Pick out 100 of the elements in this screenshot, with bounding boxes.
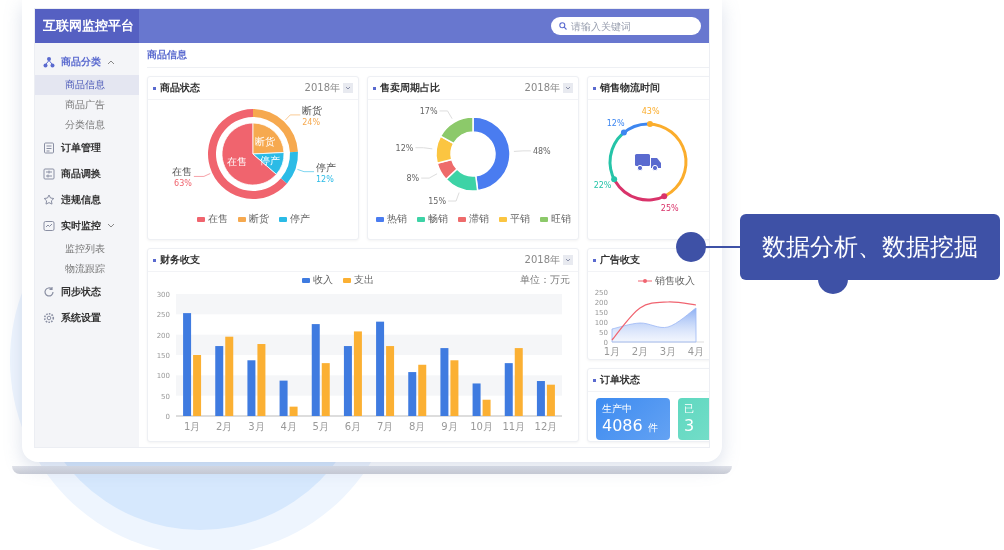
percent-label: 12%	[395, 143, 414, 153]
list-icon	[43, 168, 55, 180]
percent-label: 43%	[641, 107, 660, 117]
sync-icon	[43, 286, 55, 298]
marker-dot	[611, 176, 618, 183]
legend-label: 销售收入	[655, 274, 695, 288]
percent-label: 22%	[593, 181, 612, 191]
percent-label: 24%	[302, 117, 321, 127]
unit-label: 单位：万元	[520, 273, 570, 287]
search-field[interactable]: 请输入关键词	[571, 20, 691, 32]
axis-tick-label: 2月	[631, 346, 649, 357]
card-title: 广告收支	[600, 253, 641, 267]
callout-label: 停产	[316, 161, 337, 173]
legend-label: 平销	[509, 212, 530, 226]
card-title: 财务收支	[160, 253, 201, 267]
legend-label: 滞销	[468, 212, 489, 226]
bullet-icon	[153, 258, 156, 262]
slice-label: 停产	[260, 154, 280, 166]
leader-line	[193, 173, 211, 177]
percent-label: 12%	[606, 118, 625, 128]
truck-icon	[635, 154, 661, 172]
axis-tick-label: 1月	[183, 421, 201, 432]
axis-tick-label: 4月	[687, 346, 705, 357]
sidebar-subitem[interactable]: 商品广告	[35, 95, 139, 115]
sidebar-subitem[interactable]: 分类信息	[35, 115, 139, 135]
leader-line	[296, 168, 315, 173]
legend-label: 在售	[207, 212, 228, 226]
axis-tick-label: 7月	[376, 421, 394, 432]
axis-tick-label: 6月	[344, 421, 362, 432]
bullet-icon	[593, 86, 596, 90]
hierarchy-icon	[43, 56, 55, 68]
axis-tick-label: 10月	[470, 421, 493, 432]
axis-tick-label: 12月	[534, 421, 558, 432]
marker-dot	[620, 129, 627, 136]
legend-label: 支出	[354, 273, 374, 287]
search-icon	[559, 22, 567, 30]
card-title: 商品状态	[160, 81, 201, 95]
percent-label: 17%	[419, 106, 438, 116]
bullet-icon	[593, 258, 596, 262]
year-select[interactable]: 2018年	[524, 81, 573, 95]
legend-label: 热销	[386, 212, 407, 226]
chevron-icon	[107, 223, 115, 229]
legend-label: 畅销	[427, 212, 448, 226]
app-title: 互联网监控平台	[35, 9, 139, 43]
bullet-icon	[153, 86, 156, 90]
card-title: 订单状态	[600, 373, 641, 387]
axis-tick-label: 5月	[312, 421, 329, 432]
star-icon	[43, 194, 55, 206]
search-box[interactable]: 请输入关键词	[551, 17, 701, 35]
card-title: 售卖周期占比	[380, 81, 441, 95]
sidebar-subitem[interactable]: 物流跟踪	[35, 259, 139, 279]
axis-tick-label: 3月	[248, 421, 265, 432]
callout-label: 断货	[302, 104, 323, 116]
callout-label: 数据分析、数据挖掘	[740, 214, 1000, 280]
stat-tile: 生产中 4086 件	[596, 398, 670, 440]
legend-label: 收入	[313, 273, 333, 287]
marker-dot	[647, 121, 653, 128]
axis-tick-label: 2月	[216, 421, 233, 432]
settings-icon	[43, 312, 55, 324]
percent-label: 15%	[428, 197, 447, 207]
sidebar-subitem[interactable]: 商品信息	[35, 75, 139, 95]
sidebar-subitem[interactable]: 监控列表	[35, 239, 139, 259]
axis-tick-label: 11月	[502, 421, 526, 432]
axis-tick-label: 3月	[659, 346, 677, 357]
axis-tick-label: 8月	[409, 421, 426, 432]
sidebar-item[interactable]: 订单管理	[35, 135, 139, 161]
card-title: 销售物流时间	[600, 81, 661, 95]
axis-tick-label: 9月	[441, 421, 458, 432]
sidebar-item[interactable]: 实时监控	[35, 213, 139, 239]
percent-label: 25%	[660, 204, 679, 214]
bullet-icon	[593, 378, 596, 382]
stat-tile: 已 3	[678, 398, 709, 440]
document-icon	[43, 142, 55, 154]
leader-line	[420, 173, 438, 179]
legend-label: 断货	[248, 212, 269, 226]
percent-label: 48%	[532, 146, 551, 156]
percent-label: 12%	[316, 174, 334, 184]
sidebar-item[interactable]: 违规信息	[35, 187, 139, 213]
chevron-icon	[107, 59, 115, 65]
year-select[interactable]: 2018年	[524, 253, 573, 267]
legend-label: 旺销	[550, 212, 571, 226]
legend-label: 停产	[289, 212, 310, 226]
sidebar-item[interactable]: 同步状态	[35, 279, 139, 305]
axis-tick-label: 1月	[603, 346, 621, 357]
sidebar-item[interactable]: 系统设置	[35, 305, 139, 331]
percent-label: 63%	[174, 179, 192, 189]
callout-label: 在售	[171, 166, 192, 178]
sidebar-item[interactable]: 商品分类	[35, 49, 139, 75]
sidebar-item[interactable]: 商品调换	[35, 161, 139, 187]
bullet-icon	[373, 86, 376, 90]
leader-line	[439, 110, 453, 120]
monitor-icon	[43, 220, 55, 232]
leader-line	[284, 114, 301, 121]
year-select[interactable]: 2018年	[304, 81, 353, 95]
axis-tick-label: 4月	[280, 421, 297, 432]
marker-dot	[661, 193, 668, 200]
leader-line	[447, 192, 460, 202]
slice-label: 在售	[226, 156, 247, 168]
percent-label: 8%	[406, 174, 420, 184]
slice-label: 断货	[255, 135, 276, 147]
